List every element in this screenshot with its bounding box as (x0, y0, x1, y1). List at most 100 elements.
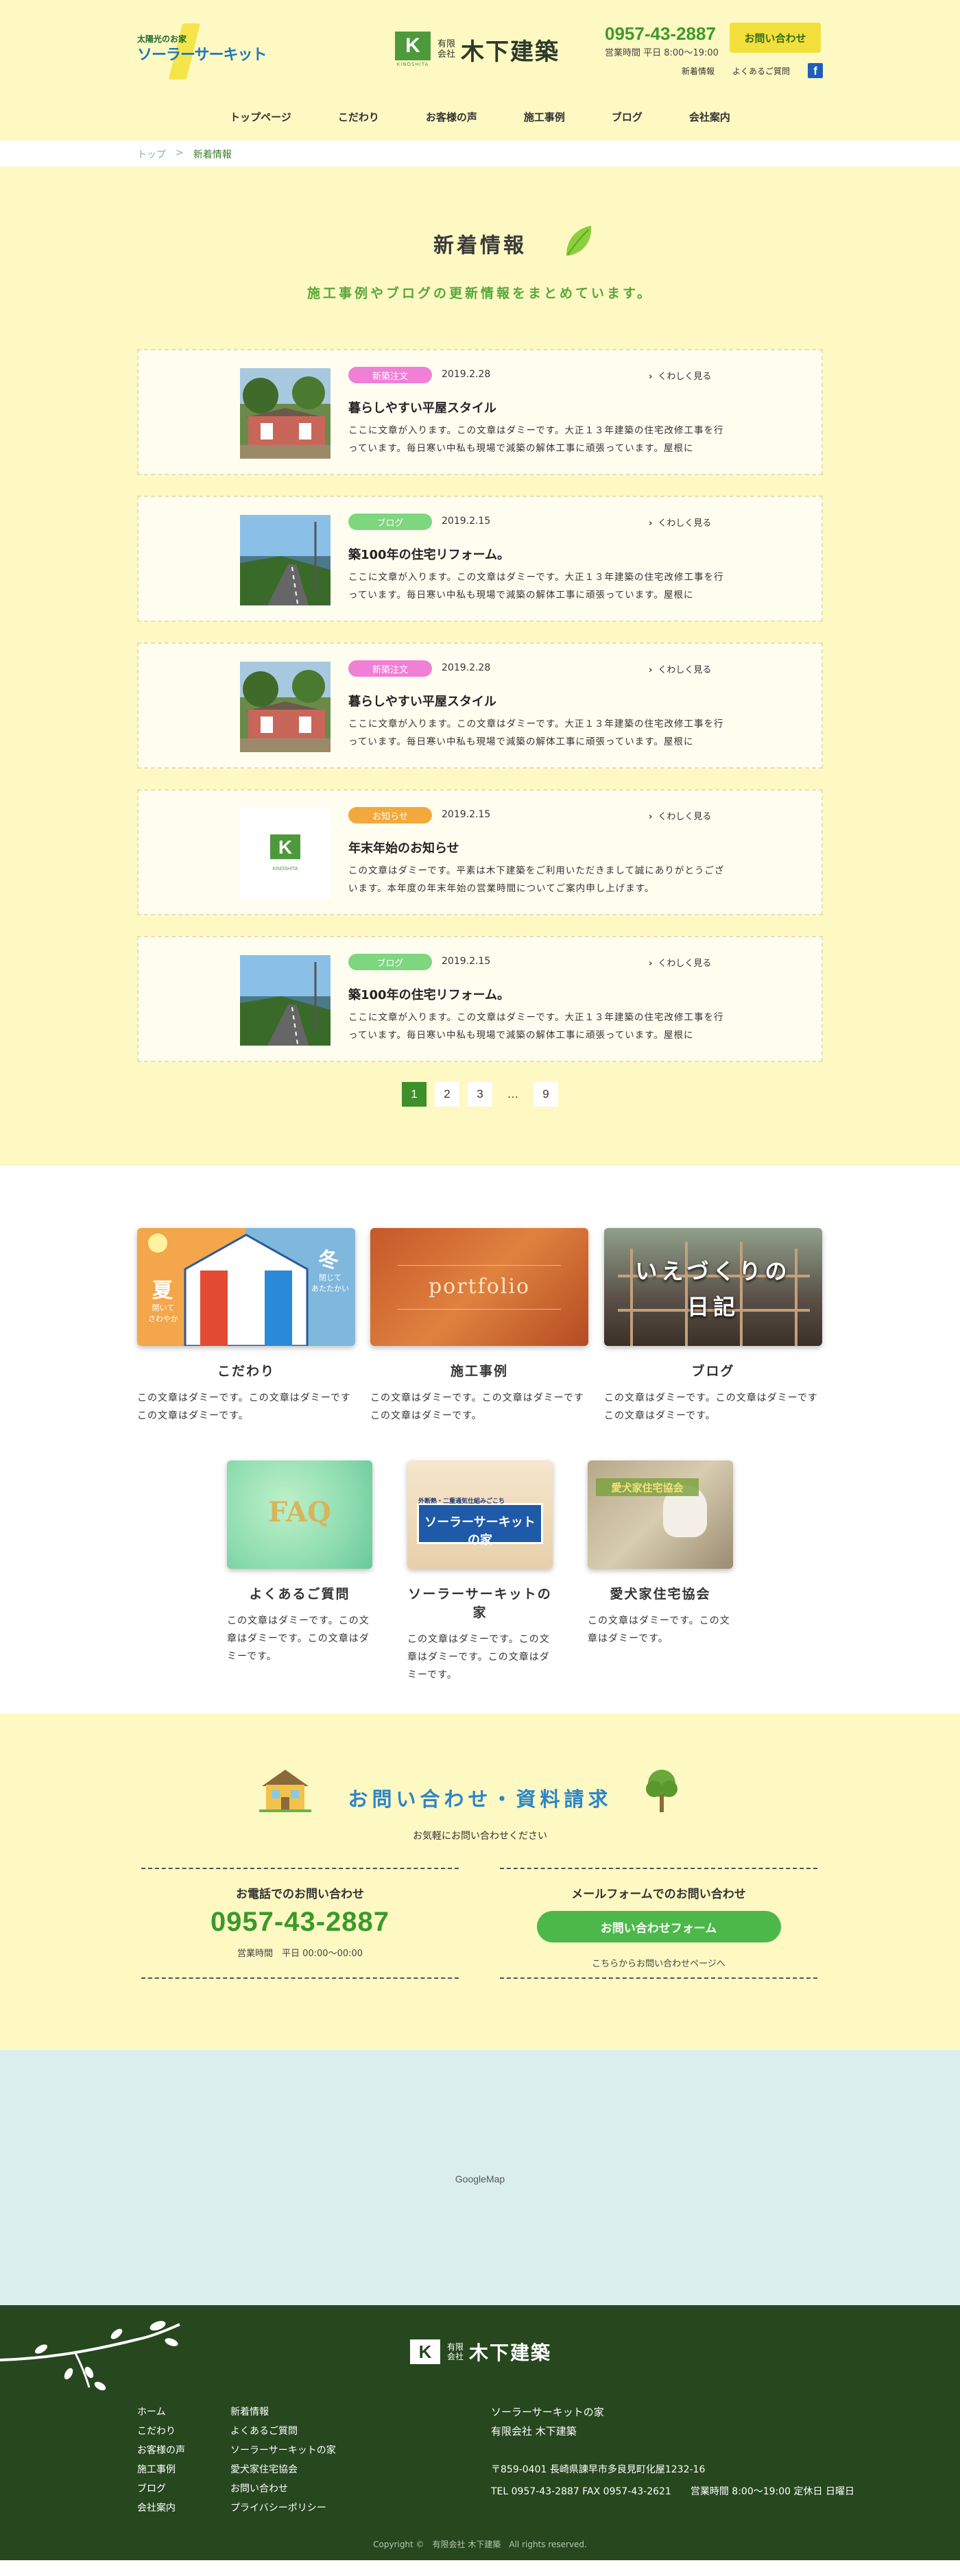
news-title-link[interactable]: 年末年始のお知らせ (348, 839, 459, 856)
news-item[interactable]: K KINOSHITA お知らせ 2019.2.15 › くわしく見る 年末年始のお知らせこ… (137, 789, 823, 915)
news-more-link[interactable]: › くわしく見る (649, 662, 711, 675)
footer-link[interactable]: 愛犬家住宅協会 (230, 2460, 336, 2479)
news-date: 2019.2.15 (442, 809, 491, 820)
feature-dog-house[interactable]: 愛犬家住宅協会 愛犬家住宅協会 この文章はダミーです。この文章はダミーです。 (588, 1460, 733, 1648)
contact-form-link[interactable]: こちらからお問い合わせページへ (500, 1956, 817, 1969)
solar-house-image: 外断熱・二重通気仕組みごこち ソーラーサーキットの家 (407, 1460, 553, 1569)
footer-company-type: 有限 会社 (447, 2342, 464, 2361)
page-1[interactable]: 1 (402, 1082, 427, 1107)
footer-link[interactable]: 新着情報 (230, 2403, 336, 2422)
news-title-link[interactable]: 暮らしやすい平屋スタイル (348, 398, 496, 416)
feature-desc: この文章はダミーです。この文章はダミーです この文章はダミーです。 (604, 1393, 818, 1421)
news-more-label: くわしく見る (658, 372, 712, 382)
footer-link[interactable]: 施工事例 (137, 2460, 185, 2479)
form-contact-box: メールフォームでのお問い合わせ お問い合わせフォーム こちらからお問い合わせペー… (500, 1868, 817, 1979)
news-more-link[interactable]: › くわしく見る (649, 956, 711, 969)
footer-link[interactable]: プライバシーポリシー (230, 2499, 336, 2518)
news-more-label: くわしく見る (658, 812, 712, 822)
blog-image: いえづくりの 日記 (604, 1228, 822, 1346)
kinoshita-logo-icon: K KINOSHITA (395, 32, 431, 67)
breadcrumb-home[interactable]: トップ (137, 147, 166, 161)
footer-address: 〒859-0401 長崎県諫早市多良見町化屋1232-16 (491, 2464, 706, 2475)
news-subtitle: 施工事例やブログの更新情報をまとめています。 (307, 286, 653, 301)
footer-link[interactable]: こだわり (137, 2422, 185, 2441)
news-item[interactable]: ブログ 2019.2.15 › くわしく見る 築100年の住宅リフォーム。 ここに文章が入… (137, 936, 823, 1062)
footer-link[interactable]: お問い合わせ (230, 2479, 336, 2499)
nav-company[interactable]: 会社案内 (666, 110, 754, 124)
news-more-link[interactable]: › くわしく見る (649, 809, 711, 822)
header-contact-button[interactable]: お問い合わせ (730, 23, 821, 53)
feature-blog[interactable]: いえづくりの 日記 ブログ この文章はダミーです。この文章はダミーです この文章… (604, 1228, 822, 1425)
nav-kodawari[interactable]: こだわり (315, 110, 403, 124)
contact-subtitle: お気軽にお問い合わせください (413, 1831, 547, 1842)
news-title-link[interactable]: 暮らしやすい平屋スタイル (348, 692, 496, 710)
feature-desc: この文章はダミーです。この文章はダミーです。この文章はダミーです。 (227, 1615, 370, 1662)
nav-blog[interactable]: ブログ (588, 110, 666, 124)
footer-link[interactable]: ソーラーサーキットの家 (230, 2441, 336, 2460)
nav-voice[interactable]: お客様の声 (403, 110, 501, 124)
solar-image-caption: 外断熱・二重通気仕組みごこち (418, 1498, 505, 1505)
phone-contact-box: お電話でのお問い合わせ 0957-43-2887 営業時間 平日 00:00〜0… (141, 1868, 459, 1979)
news-excerpt: ここに文章が入ります。この文章はダミーです。大正１３年建築の住宅改修工事を行って… (348, 572, 724, 601)
google-map[interactable]: GoogleMap (0, 2050, 960, 2305)
news-thumbnail[interactable] (240, 515, 331, 605)
news-more-link[interactable]: › くわしく見る (649, 516, 711, 529)
news-date: 2019.2.28 (442, 662, 491, 673)
footer-brand[interactable]: K 有限 会社 木下建築 (410, 2338, 551, 2366)
page-2[interactable]: 2 (435, 1082, 459, 1107)
nav-top[interactable]: トップページ (206, 110, 315, 124)
header-link-faq[interactable]: よくあるご質問 (732, 65, 790, 77)
news-category-badge: お知らせ (348, 807, 432, 823)
news-title-link[interactable]: 築100年の住宅リフォーム。 (348, 985, 509, 1003)
page-3[interactable]: 3 (468, 1082, 492, 1107)
contact-phone[interactable]: 0957-43-2887 (141, 1907, 459, 1938)
dog-house-label: 愛犬家住宅協会 (596, 1478, 699, 1496)
feature-works[interactable]: portfolio 施工事例 この文章はダミーです。この文章はダミーです この文… (370, 1228, 588, 1425)
facebook-icon[interactable]: f (808, 63, 824, 78)
summer-sub: 開いて さわやか (148, 1303, 178, 1323)
chevron-right-icon: > (176, 147, 184, 158)
news-date: 2019.2.15 (442, 516, 491, 527)
feature-solar[interactable]: 外断熱・二重通気仕組みごこち ソーラーサーキットの家 ソーラーサーキットの家 こ… (407, 1460, 553, 1684)
contact-form-button[interactable]: お問い合わせフォーム (536, 1911, 781, 1942)
portfolio-label: portfolio (428, 1275, 531, 1299)
news-item[interactable]: ブログ 2019.2.15 › くわしく見る 築100年の住宅リフォーム。 ここに文章が入… (137, 496, 823, 622)
news-section: 新着情報 施工事例やブログの更新情報をまとめています。 新築注文 2019.2.2… (0, 167, 960, 1166)
news-thumbnail[interactable] (240, 955, 331, 1046)
chevron-right-icon: › (649, 665, 653, 675)
news-item[interactable]: 新築注文 2019.2.28 › くわしく見る 暮らしやすい平屋スタイル ここに文章が入り… (137, 349, 823, 475)
svg-text:KINOSHITA: KINOSHITA (272, 867, 298, 871)
footer-info: ソーラーサーキットの家 有限会社 木下建築 〒859-0401 長崎県諫早市多良… (491, 2403, 854, 2503)
solar-image-title: ソーラーサーキットの家 (424, 1515, 536, 1548)
footer-link[interactable]: ホーム (137, 2403, 185, 2422)
phone-contact-heading: お電話でのお問い合わせ (236, 1888, 364, 1901)
news-category-badge: 新築注文 (348, 660, 432, 677)
company-type: 有限 会社 (437, 39, 456, 60)
feature-faq[interactable]: FAQ よくあるご質問 この文章はダミーです。この文章はダミーです。この文章はダ… (227, 1460, 372, 1665)
solar-circuit-logo[interactable]: 太陽光のお家 ソーラーサーキット (137, 23, 267, 80)
copyright: Copyright © 有限会社 木下建築 All rights reserve… (373, 2540, 587, 2549)
nav-works[interactable]: 施工事例 (501, 110, 588, 124)
news-title-link[interactable]: 築100年の住宅リフォーム。 (348, 545, 509, 563)
feature-kodawari[interactable]: 夏 開いて さわやか 冬 閉じて あたたかい こだわり この文章はダミーです。こ… (137, 1228, 355, 1425)
footer-link[interactable]: よくあるご質問 (230, 2422, 336, 2441)
news-category-badge: ブログ (348, 954, 432, 970)
page-9[interactable]: 9 (533, 1082, 558, 1107)
chevron-right-icon: › (649, 812, 653, 822)
header-phone[interactable]: 0957-43-2887 (605, 23, 716, 45)
company-brand[interactable]: K KINOSHITA 有限 会社 木下建築 (395, 32, 560, 67)
header-link-news[interactable]: 新着情報 (682, 65, 715, 77)
feature-title: よくあるご質問 (249, 1587, 350, 1602)
news-date: 2019.2.28 (442, 369, 491, 380)
news-thumbnail[interactable]: K KINOSHITA (240, 808, 331, 899)
page-ellipsis: … (507, 1087, 519, 1100)
news-item[interactable]: 新築注文 2019.2.28 › くわしく見る 暮らしやすい平屋スタイル ここに文章が入り… (137, 642, 823, 769)
news-more-link[interactable]: › くわしく見る (649, 369, 711, 382)
news-more-label: くわしく見る (658, 959, 712, 969)
news-thumbnail[interactable] (240, 662, 331, 752)
news-thumbnail[interactable] (240, 368, 331, 459)
footer-link[interactable]: ブログ (137, 2479, 185, 2499)
footer-link[interactable]: お客様の声 (137, 2441, 185, 2460)
footer-link[interactable]: 会社案内 (137, 2499, 185, 2518)
site-header: 太陽光のお家 ソーラーサーキット K KINOSHITA 有限 会社 木下建築 … (0, 0, 960, 141)
